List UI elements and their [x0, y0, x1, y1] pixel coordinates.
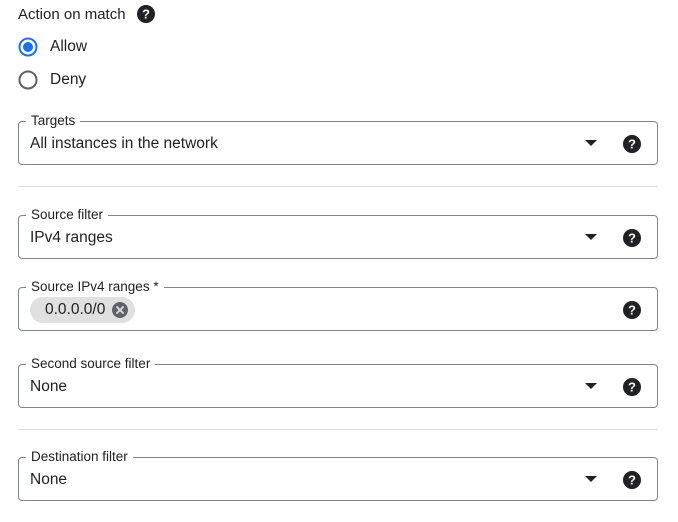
- second-source-filter-value: None: [30, 378, 68, 395]
- source-ipv4-ranges-input[interactable]: Source IPv4 ranges * 0.0.0.0/0 ?: [18, 278, 658, 331]
- cancel-icon[interactable]: [111, 301, 129, 319]
- action-on-match-title: Action on match: [18, 5, 126, 23]
- radio-deny[interactable]: Deny: [18, 70, 86, 90]
- help-icon[interactable]: ?: [622, 228, 642, 248]
- svg-text:?: ?: [628, 473, 636, 488]
- destination-filter-value: None: [30, 471, 68, 488]
- help-icon[interactable]: ?: [622, 377, 642, 397]
- svg-text:?: ?: [142, 7, 150, 22]
- svg-text:?: ?: [628, 380, 636, 395]
- targets-select[interactable]: Targets All instances in the network ?: [18, 112, 658, 165]
- arrow-drop-down-icon[interactable]: [585, 140, 597, 146]
- destination-filter-label: Destination filter: [26, 448, 133, 466]
- help-icon[interactable]: ?: [622, 470, 642, 490]
- second-source-filter-select[interactable]: Second source filter None ?: [18, 355, 658, 408]
- radio-allow-label: Allow: [50, 38, 88, 55]
- svg-text:?: ?: [628, 303, 636, 318]
- source-ipv4-ranges-label: Source IPv4 ranges *: [26, 278, 164, 296]
- help-icon[interactable]: ?: [622, 300, 642, 320]
- source-filter-label: Source filter: [26, 206, 109, 224]
- help-icon[interactable]: ?: [622, 134, 642, 154]
- radio-deny-label: Deny: [50, 71, 87, 88]
- ip-range-chip-text: 0.0.0.0/0: [45, 301, 106, 318]
- radio-unchecked-icon[interactable]: [18, 70, 38, 90]
- radio-allow[interactable]: Allow: [18, 37, 87, 57]
- svg-text:?: ?: [628, 137, 636, 152]
- targets-value: All instances in the network: [30, 135, 218, 152]
- second-source-filter-label: Second source filter: [26, 355, 156, 373]
- source-filter-select[interactable]: Source filter IPv4 ranges ?: [18, 206, 658, 259]
- divider: [18, 186, 658, 187]
- source-filter-value: IPv4 ranges: [30, 229, 113, 246]
- help-icon[interactable]: ?: [136, 4, 156, 24]
- action-on-match-header: Action on match ?: [18, 4, 156, 24]
- arrow-drop-down-icon[interactable]: [585, 383, 597, 389]
- divider: [18, 429, 658, 430]
- arrow-drop-down-icon[interactable]: [585, 476, 597, 482]
- destination-filter-select[interactable]: Destination filter None ?: [18, 448, 658, 501]
- ip-range-chip[interactable]: 0.0.0.0/0: [30, 297, 136, 323]
- arrow-drop-down-icon[interactable]: [585, 234, 597, 240]
- radio-checked-icon[interactable]: [18, 37, 38, 57]
- svg-text:?: ?: [628, 231, 636, 246]
- targets-label: Targets: [26, 112, 81, 130]
